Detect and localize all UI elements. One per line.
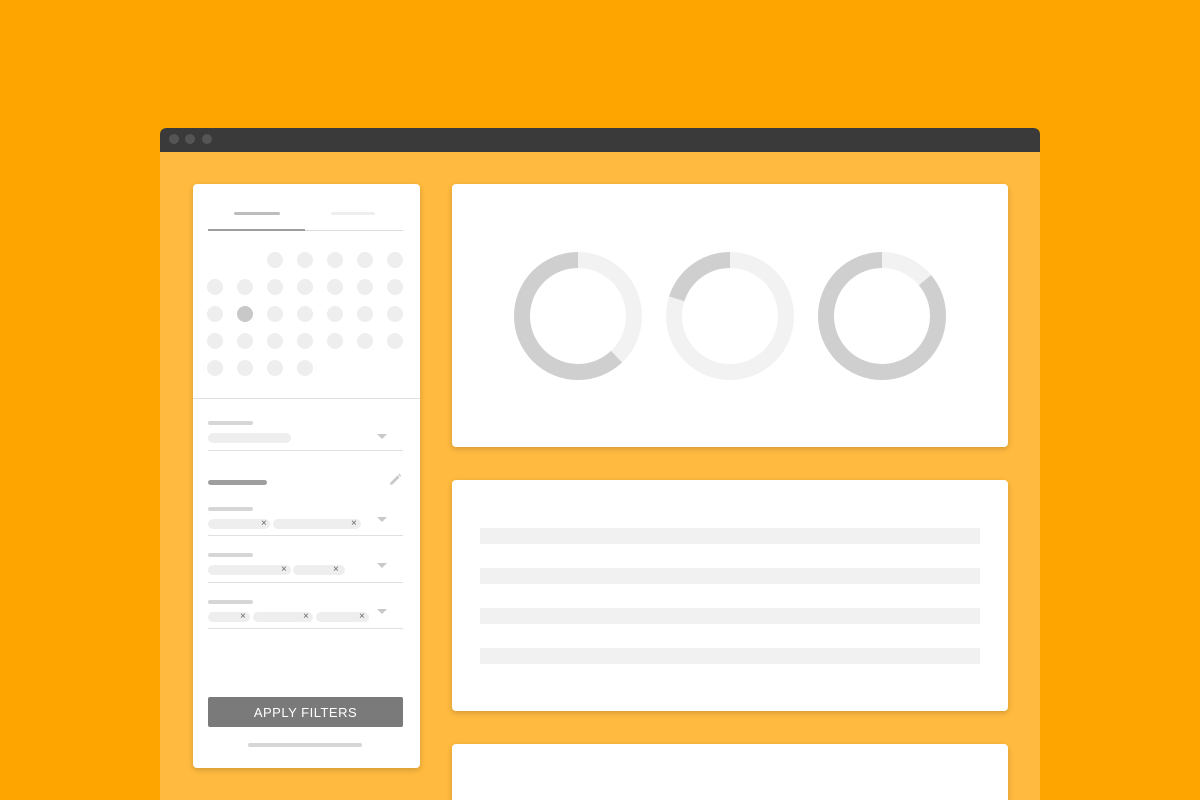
calendar-day[interactable] [387, 252, 403, 268]
donut-chart-area [514, 252, 946, 380]
calendar-day[interactable] [297, 360, 313, 376]
field-underline [208, 450, 403, 451]
field-underline [208, 582, 403, 583]
minimize-window-button[interactable] [185, 134, 195, 144]
calendar-day-selected[interactable] [237, 306, 253, 322]
field-label [208, 600, 253, 604]
calendar-day[interactable] [297, 279, 313, 295]
donut-3 [818, 252, 946, 380]
calendar-day[interactable] [207, 360, 223, 376]
calendar-day[interactable] [237, 279, 253, 295]
chip [208, 565, 291, 575]
filter-sidebar: × × × × × × × APPLY FILTERS [193, 184, 420, 768]
calendar-grid [193, 184, 420, 384]
calendar-day[interactable] [327, 333, 343, 349]
calendar-day[interactable] [267, 360, 283, 376]
maximize-window-button[interactable] [202, 134, 212, 144]
chevron-down-icon [377, 434, 387, 439]
calendar-divider [193, 398, 420, 399]
close-icon[interactable]: × [351, 519, 357, 529]
pencil-icon[interactable] [388, 473, 402, 487]
reset-link[interactable] [248, 743, 362, 747]
filter-chips-2[interactable]: × × [208, 552, 403, 582]
bottom-card [452, 744, 1008, 800]
calendar-day[interactable] [297, 333, 313, 349]
donut-1 [514, 252, 642, 380]
chevron-down-icon [377, 609, 387, 614]
close-window-button[interactable] [169, 134, 179, 144]
window-titlebar [160, 128, 1040, 152]
chevron-down-icon [377, 563, 387, 568]
calendar-day[interactable] [267, 252, 283, 268]
calendar-day[interactable] [267, 279, 283, 295]
close-icon[interactable]: × [281, 565, 287, 575]
calendar-day[interactable] [327, 252, 343, 268]
calendar-day[interactable] [357, 252, 373, 268]
section-heading [208, 480, 267, 485]
calendar-day[interactable] [267, 306, 283, 322]
chip [273, 519, 361, 529]
field-underline [208, 535, 403, 536]
calendar-day[interactable] [387, 333, 403, 349]
calendar-day[interactable] [237, 333, 253, 349]
filter-dropdown-1[interactable] [208, 420, 403, 450]
calendar-day[interactable] [387, 306, 403, 322]
close-icon[interactable]: × [359, 612, 365, 622]
field-label [208, 553, 253, 557]
list-item [480, 648, 980, 664]
list-item [480, 528, 980, 544]
calendar-day[interactable] [237, 360, 253, 376]
app-window: × × × × × × × APPLY FILTERS [160, 128, 1040, 800]
apply-filters-button[interactable]: APPLY FILTERS [208, 697, 403, 727]
calendar-day[interactable] [207, 333, 223, 349]
calendar-day[interactable] [297, 306, 313, 322]
donut-2 [666, 252, 794, 380]
calendar-day[interactable] [387, 279, 403, 295]
chevron-down-icon [377, 517, 387, 522]
filter-chips-1[interactable]: × × [208, 506, 403, 536]
field-label [208, 507, 253, 511]
calendar-day[interactable] [207, 306, 223, 322]
field-label [208, 421, 253, 425]
list-item [480, 568, 980, 584]
close-icon[interactable]: × [333, 565, 339, 575]
calendar-day[interactable] [357, 306, 373, 322]
calendar-day[interactable] [327, 279, 343, 295]
calendar-day[interactable] [267, 333, 283, 349]
calendar-day[interactable] [297, 252, 313, 268]
calendar-day[interactable] [207, 279, 223, 295]
close-icon[interactable]: × [240, 612, 246, 622]
list-item [480, 608, 980, 624]
donut-card [452, 184, 1008, 447]
field-value [208, 433, 291, 443]
list-card [452, 480, 1008, 711]
field-underline [208, 628, 403, 629]
calendar-day[interactable] [357, 333, 373, 349]
close-icon[interactable]: × [303, 612, 309, 622]
calendar-day[interactable] [357, 279, 373, 295]
close-icon[interactable]: × [261, 519, 267, 529]
calendar-day[interactable] [327, 306, 343, 322]
filter-chips-3[interactable]: × × × [208, 599, 403, 629]
